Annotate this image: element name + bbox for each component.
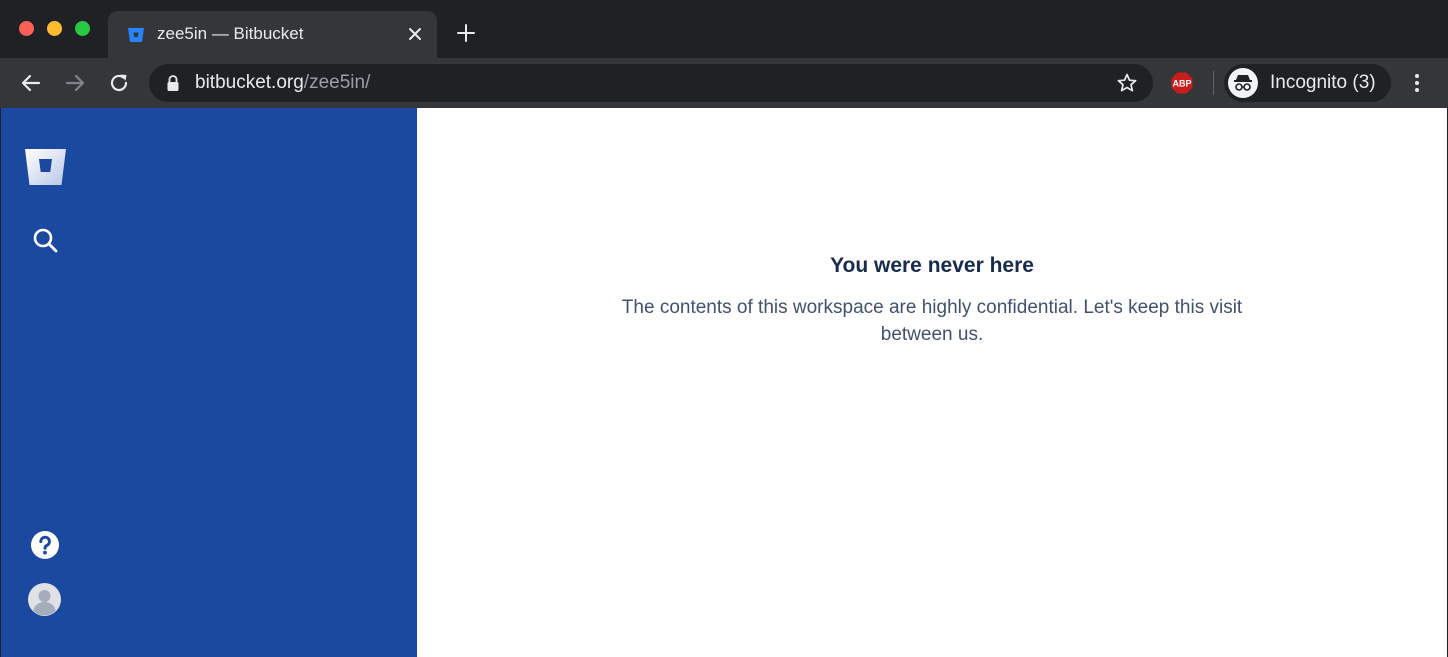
bookmark-star-icon[interactable]: [1116, 72, 1138, 94]
close-icon[interactable]: [405, 24, 425, 44]
forward-arrow-icon[interactable]: [62, 70, 88, 96]
avatar-icon[interactable]: [28, 583, 61, 616]
tab-active[interactable]: zee5in — Bitbucket: [108, 11, 437, 58]
toolbar-divider: [1213, 71, 1214, 95]
profile-label: Incognito (3): [1270, 72, 1376, 93]
sidebar: [1, 108, 417, 657]
address-bar[interactable]: bitbucket.org/zee5in/: [149, 64, 1153, 102]
tab-strip: zee5in — Bitbucket: [0, 0, 1448, 58]
incognito-icon: [1228, 68, 1258, 98]
browser-toolbar: bitbucket.org/zee5in/ ABP Incognito (3): [0, 58, 1448, 108]
new-tab-button[interactable]: [455, 22, 477, 44]
close-window-button[interactable]: [19, 21, 34, 36]
bitbucket-logo-icon[interactable]: [24, 148, 67, 186]
url-domain: bitbucket.org: [195, 72, 304, 93]
search-icon[interactable]: [32, 227, 58, 253]
main-content: You were never here The contents of this…: [417, 108, 1447, 657]
reload-icon[interactable]: [106, 70, 132, 96]
page-content: You were never here The contents of this…: [1, 108, 1447, 657]
minimize-window-button[interactable]: [47, 21, 62, 36]
lock-icon: [167, 75, 179, 91]
help-icon[interactable]: [30, 530, 60, 560]
more-vertical-icon[interactable]: [1406, 70, 1428, 96]
browser-window: zee5in — Bitbucket bitbucket.org/zee5in/: [0, 0, 1448, 657]
adblock-plus-icon[interactable]: ABP: [1170, 71, 1194, 95]
page-title: You were never here: [830, 254, 1034, 277]
zoom-window-button[interactable]: [75, 21, 90, 36]
profile-button[interactable]: Incognito (3): [1224, 64, 1391, 102]
abp-label: ABP: [1172, 78, 1191, 88]
bitbucket-icon: [128, 28, 144, 42]
tab-title: zee5in — Bitbucket: [157, 24, 304, 43]
url-path: /zee5in/: [303, 72, 371, 93]
url-text: bitbucket.org/zee5in/: [195, 72, 370, 94]
confidential-message: The contents of this workspace are highl…: [621, 297, 1243, 345]
back-arrow-icon[interactable]: [18, 70, 44, 96]
